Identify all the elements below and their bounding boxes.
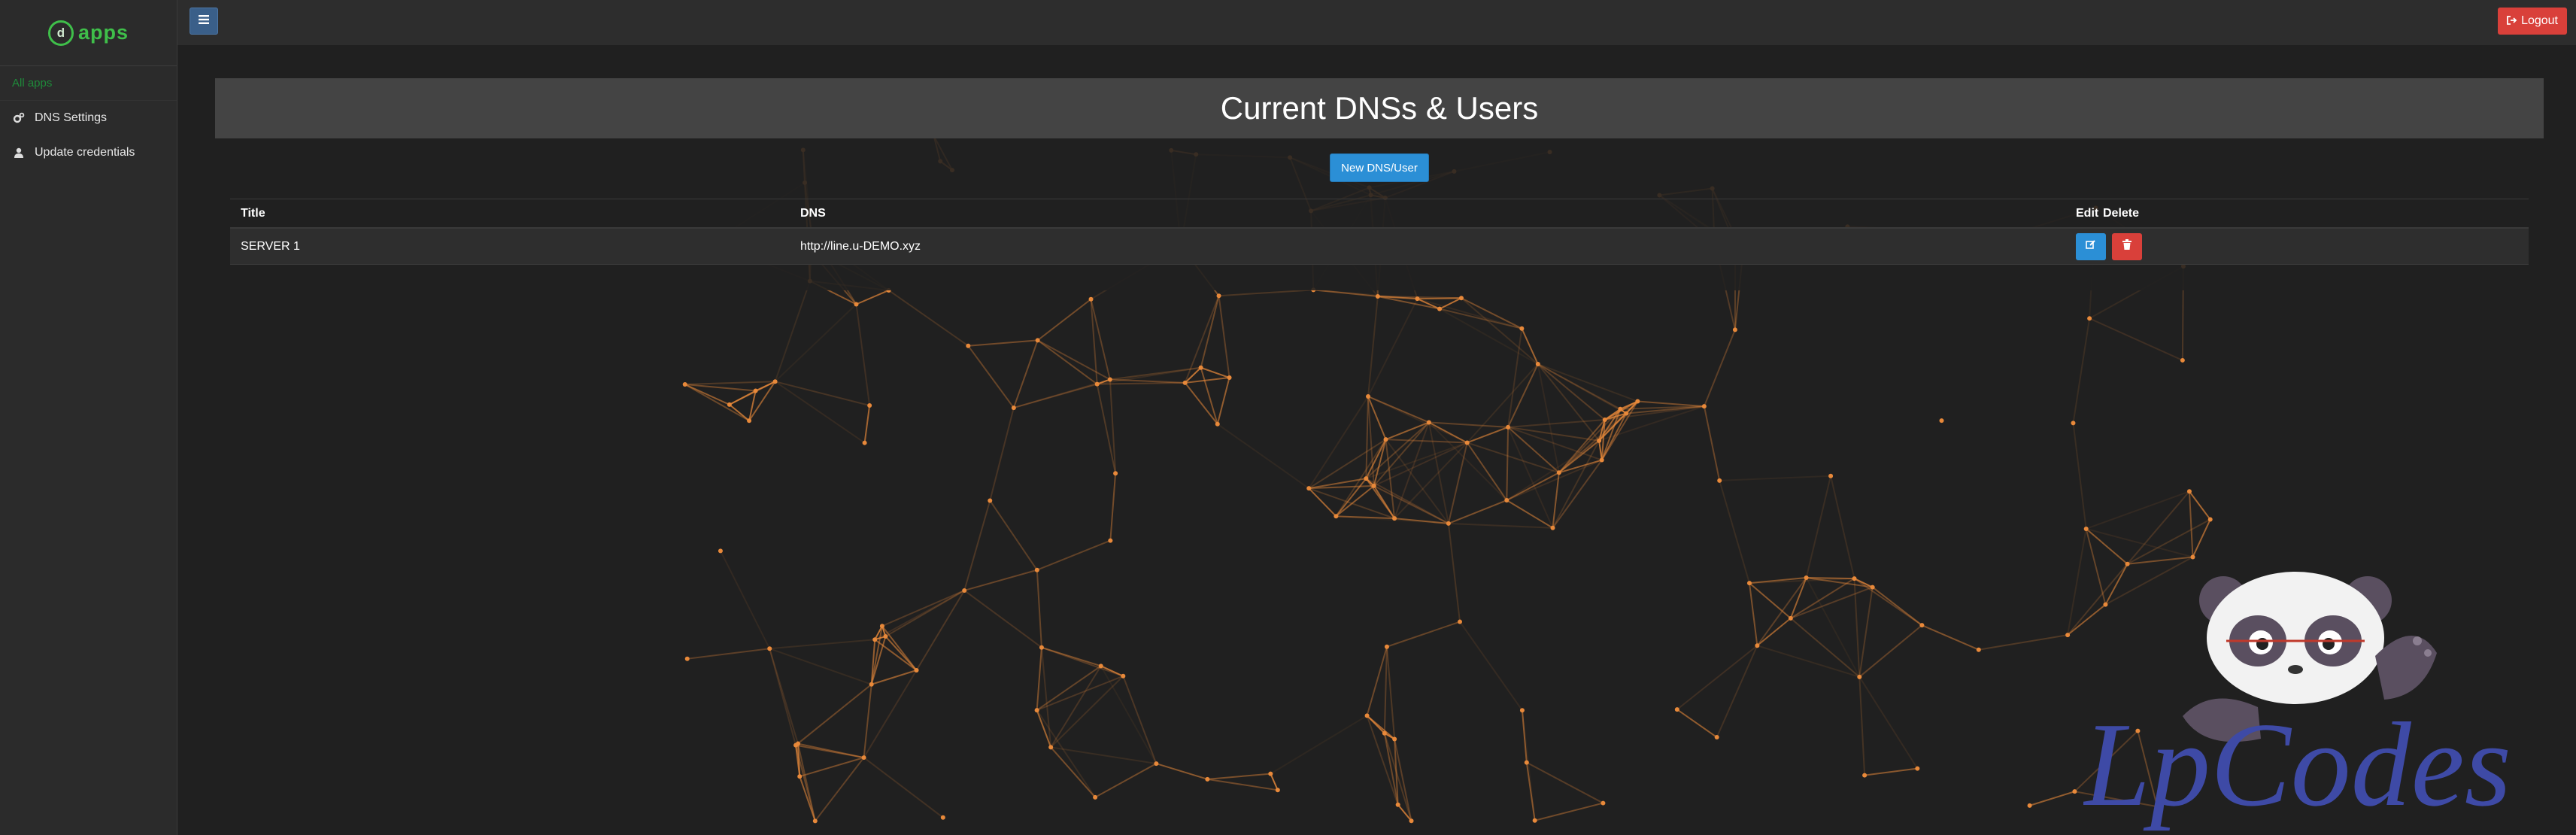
topbar: Logout	[177, 0, 2576, 45]
column-header-delete: Delete	[2103, 206, 2140, 220]
gears-icon	[12, 111, 26, 125]
menu-header: All apps	[0, 66, 177, 101]
delete-button[interactable]	[2112, 232, 2142, 260]
sidebar-item-label: Update credentials	[35, 146, 135, 159]
panda-watermark: LpCodes	[2083, 572, 2511, 831]
app-root: d apps All apps DNS Settings Update cred…	[0, 0, 2576, 835]
edit-icon	[2086, 239, 2096, 254]
dns-users-panel: Current DNSs & Users New DNS/User Title …	[215, 78, 2544, 290]
sidebar: d apps All apps DNS Settings Update cred…	[0, 0, 177, 835]
app-logo[interactable]: d apps	[0, 0, 177, 66]
logout-button[interactable]: Logout	[2498, 8, 2567, 35]
column-header-edit: Edit	[2076, 206, 2099, 220]
column-header-title: Title	[241, 206, 265, 220]
logo-text: apps	[77, 21, 129, 44]
logout-label: Logout	[2521, 14, 2558, 27]
new-button-row: New DNS/User	[215, 138, 2544, 197]
sidebar-toggle-button[interactable]	[190, 8, 218, 35]
dns-table: Title DNS Edit Delete SERVER 1 http://li…	[230, 199, 2529, 265]
row-dns: http://line.u-DEMO.xyz	[800, 239, 921, 253]
trash-icon	[2122, 239, 2131, 254]
sidebar-item-label: DNS Settings	[35, 111, 108, 124]
row-title: SERVER 1	[241, 239, 300, 253]
sign-out-icon	[2507, 15, 2517, 28]
new-dns-user-button[interactable]: New DNS/User	[1330, 153, 1429, 182]
panel-heading: Current DNSs & Users	[215, 78, 2544, 138]
page-title: Current DNSs & Users	[1220, 90, 1539, 126]
sidebar-item-update-credentials[interactable]: Update credentials	[0, 135, 177, 170]
user-icon	[12, 146, 26, 159]
table-row: SERVER 1 http://line.u-DEMO.xyz	[230, 229, 2529, 265]
watermark-text: LpCodes	[2083, 697, 2511, 831]
sidebar-item-dns-settings[interactable]: DNS Settings	[0, 101, 177, 135]
logo-mark-icon: d	[47, 20, 74, 46]
table-header: Title DNS Edit Delete	[230, 199, 2529, 229]
column-header-dns: DNS	[800, 206, 826, 220]
edit-button[interactable]	[2076, 232, 2106, 260]
bars-icon	[199, 14, 209, 28]
